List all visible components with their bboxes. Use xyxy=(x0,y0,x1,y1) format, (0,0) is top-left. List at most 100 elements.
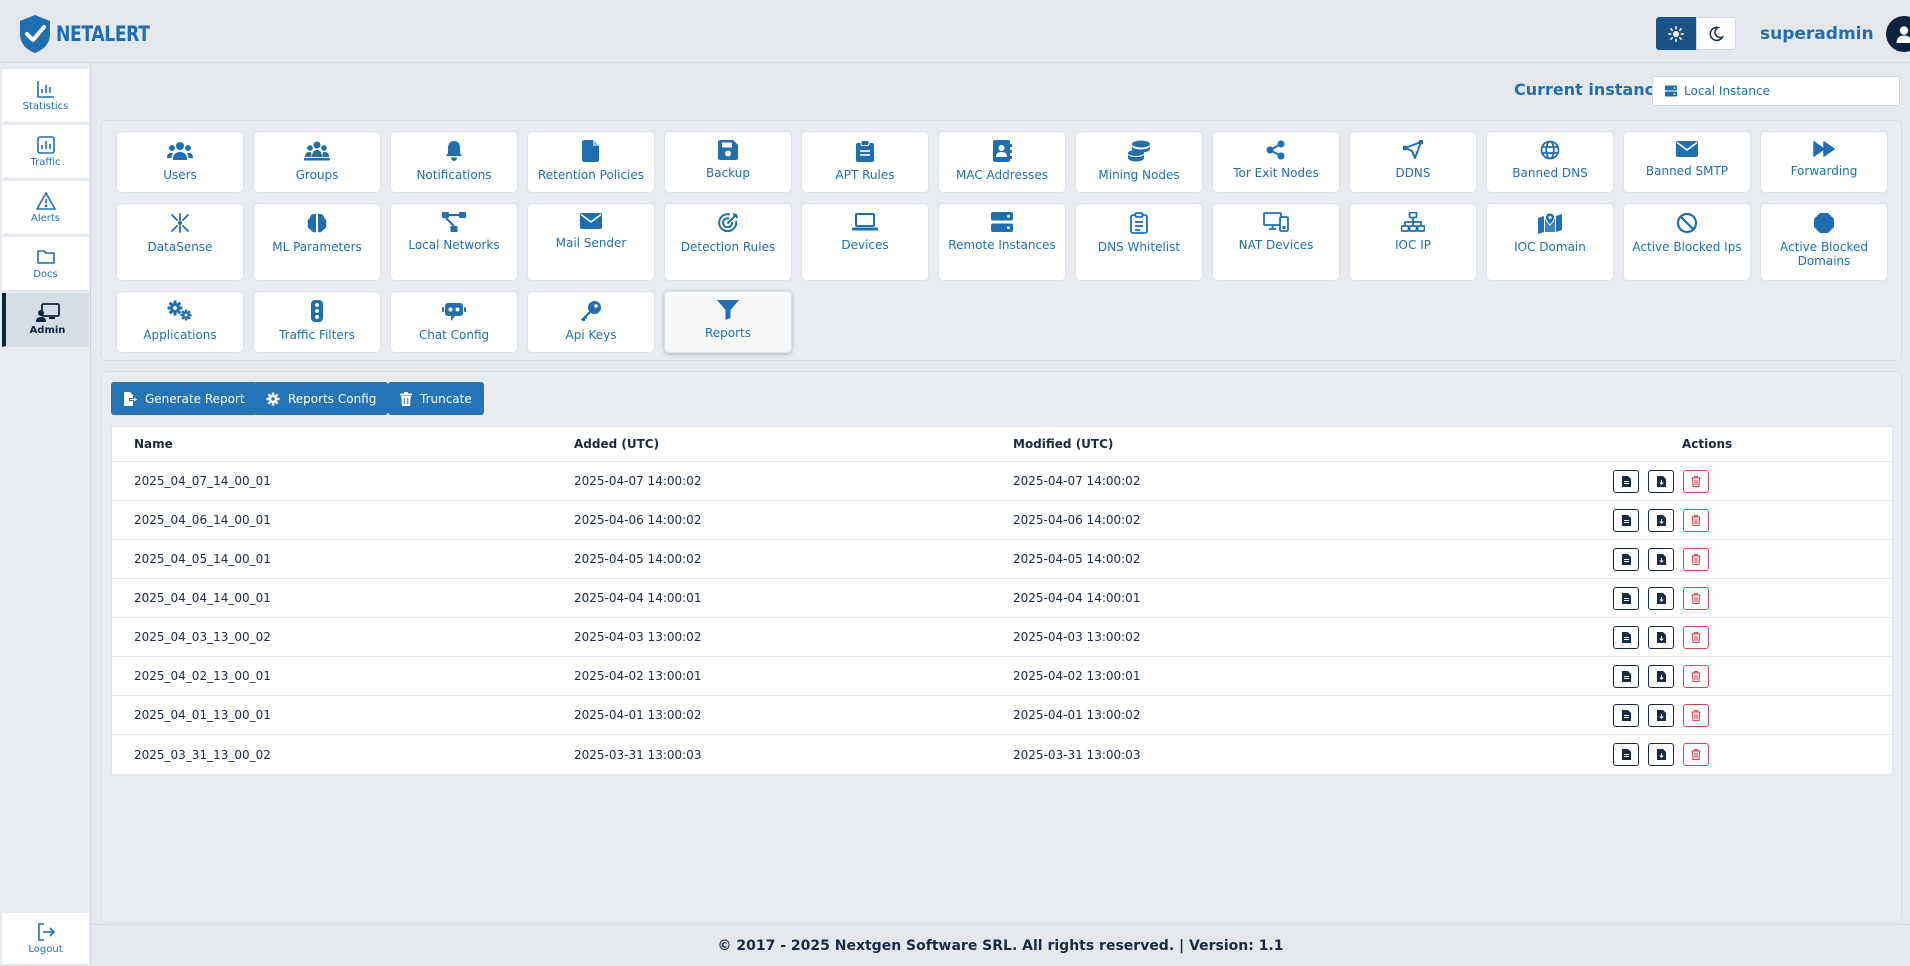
tile-api-keys[interactable]: Api Keys xyxy=(527,291,655,353)
view-report-button[interactable] xyxy=(1613,587,1639,610)
tile-mining-nodes[interactable]: Mining Nodes xyxy=(1075,131,1203,193)
row-actions xyxy=(1613,548,1709,571)
tile-mac-addresses[interactable]: MAC Addresses xyxy=(938,131,1066,193)
light-theme-button[interactable] xyxy=(1656,17,1696,50)
tile-banned-dns[interactable]: Banned DNS xyxy=(1486,131,1614,193)
view-report-button[interactable] xyxy=(1613,509,1639,532)
user-menu[interactable]: superadmin xyxy=(1760,16,1910,52)
tile-detection-rules[interactable]: Detection Rules xyxy=(664,203,792,281)
report-added: 2025-04-05 14:00:02 xyxy=(574,552,702,566)
envelope-icon xyxy=(580,213,602,229)
column-header-name[interactable]: Name xyxy=(134,427,173,461)
delete-report-button[interactable] xyxy=(1683,665,1709,688)
table-row: 2025_04_01_13_00_01 2025-04-01 13:00:02 … xyxy=(112,696,1892,735)
view-report-button[interactable] xyxy=(1613,665,1639,688)
tile-datasense[interactable]: DataSense xyxy=(116,203,244,281)
tile-ddns[interactable]: DDNS xyxy=(1349,131,1477,193)
sparkle-icon xyxy=(171,213,189,233)
tile-label: NAT Devices xyxy=(1238,238,1314,252)
view-report-button[interactable] xyxy=(1613,548,1639,571)
tile-ml-parameters[interactable]: ML Parameters xyxy=(253,203,381,281)
tile-label: DataSense xyxy=(147,240,213,254)
tile-chat-config[interactable]: Chat Config xyxy=(390,291,518,353)
sidebar-item-docs[interactable]: Docs xyxy=(2,237,89,291)
download-report-button[interactable] xyxy=(1648,587,1674,610)
address-book-icon xyxy=(993,140,1012,162)
download-report-button[interactable] xyxy=(1648,743,1674,766)
tile-devices[interactable]: Devices xyxy=(801,203,929,281)
truncate-button[interactable]: Truncate xyxy=(388,382,484,415)
generate-report-button[interactable]: Generate Report xyxy=(111,382,257,415)
share-icon xyxy=(1266,140,1285,160)
tile-active-blocked-domains[interactable]: Active Blocked Domains xyxy=(1760,203,1888,281)
download-report-button[interactable] xyxy=(1648,704,1674,727)
tile-applications[interactable]: Applications xyxy=(116,291,244,353)
tile-banned-smtp[interactable]: Banned SMTP xyxy=(1623,131,1751,193)
download-report-button[interactable] xyxy=(1648,626,1674,649)
tile-backup[interactable]: Backup xyxy=(664,131,792,193)
sidebar-item-traffic[interactable]: Traffic xyxy=(2,125,89,179)
delete-report-button[interactable] xyxy=(1683,509,1709,532)
delete-report-button[interactable] xyxy=(1683,470,1709,493)
dark-theme-button[interactable] xyxy=(1696,17,1736,50)
tile-dns-whitelist[interactable]: DNS Whitelist xyxy=(1075,203,1203,281)
chart-square-icon xyxy=(36,136,55,154)
view-report-button[interactable] xyxy=(1613,743,1639,766)
tile-reports[interactable]: Reports xyxy=(664,291,792,353)
sidebar-item-logout[interactable]: Logout xyxy=(2,913,89,965)
sidebar-item-statistics[interactable]: Statistics xyxy=(2,69,89,123)
tile-groups[interactable]: Groups xyxy=(253,131,381,193)
username[interactable]: superadmin xyxy=(1760,24,1874,44)
download-report-button[interactable] xyxy=(1648,665,1674,688)
view-report-button[interactable] xyxy=(1613,470,1639,493)
sitemap-icon xyxy=(1401,212,1425,232)
column-header-added[interactable]: Added (UTC) xyxy=(574,427,659,461)
file-icon xyxy=(1621,749,1631,760)
tile-forwarding[interactable]: Forwarding xyxy=(1760,131,1888,193)
app-logo[interactable]: NETALERT xyxy=(18,14,170,54)
download-report-button[interactable] xyxy=(1648,509,1674,532)
delete-report-button[interactable] xyxy=(1683,548,1709,571)
delete-report-button[interactable] xyxy=(1683,626,1709,649)
tile-nat-devices[interactable]: NAT Devices xyxy=(1212,203,1340,281)
tile-label: ML Parameters xyxy=(272,240,362,254)
table-row: 2025_04_03_13_00_02 2025-04-03 13:00:02 … xyxy=(112,618,1892,657)
tile-active-blocked-ips[interactable]: Active Blocked Ips xyxy=(1623,203,1751,281)
sidebar-item-admin[interactable]: Admin xyxy=(2,293,89,347)
file-download-icon xyxy=(1656,749,1666,760)
row-actions xyxy=(1613,704,1709,727)
column-header-modified[interactable]: Modified (UTC) xyxy=(1013,427,1113,461)
column-header-actions: Actions xyxy=(1682,437,1733,451)
tile-apt-rules[interactable]: APT Rules xyxy=(801,131,929,193)
sidebar-item-alerts[interactable]: Alerts xyxy=(2,181,89,235)
tile-notifications[interactable]: Notifications xyxy=(390,131,518,193)
tile-label: Devices xyxy=(841,238,889,252)
delete-report-button[interactable] xyxy=(1683,704,1709,727)
tile-remote-instances[interactable]: Remote Instances xyxy=(938,203,1066,281)
tile-ioc-domain[interactable]: IOC Domain xyxy=(1486,203,1614,281)
instance-select[interactable]: Local Instance xyxy=(1652,76,1900,106)
file-icon xyxy=(1621,554,1631,565)
tile-retention-policies[interactable]: Retention Policies xyxy=(527,131,655,193)
row-actions xyxy=(1613,665,1709,688)
theme-toggle[interactable] xyxy=(1656,17,1736,50)
tile-label: Notifications xyxy=(416,168,492,182)
table-row: 2025_04_04_14_00_01 2025-04-04 14:00:01 … xyxy=(112,579,1892,618)
tile-ioc-ip[interactable]: IOC IP xyxy=(1349,203,1477,281)
reports-config-button[interactable]: Reports Config xyxy=(254,382,389,415)
delete-report-button[interactable] xyxy=(1683,587,1709,610)
delete-report-button[interactable] xyxy=(1683,743,1709,766)
tile-mail-sender[interactable]: Mail Sender xyxy=(527,203,655,281)
avatar[interactable] xyxy=(1885,16,1910,52)
tile-traffic-filters[interactable]: Traffic Filters xyxy=(253,291,381,353)
tile-local-networks[interactable]: Local Networks xyxy=(390,203,518,281)
table-row: 2025_04_07_14_00_01 2025-04-07 14:00:02 … xyxy=(112,462,1892,501)
download-report-button[interactable] xyxy=(1648,548,1674,571)
tile-users[interactable]: Users xyxy=(116,131,244,193)
tile-label: Detection Rules xyxy=(680,240,776,254)
view-report-button[interactable] xyxy=(1613,704,1639,727)
view-report-button[interactable] xyxy=(1613,626,1639,649)
tile-tor-exit-nodes[interactable]: Tor Exit Nodes xyxy=(1212,131,1340,193)
tile-label: Chat Config xyxy=(418,328,490,342)
download-report-button[interactable] xyxy=(1648,470,1674,493)
